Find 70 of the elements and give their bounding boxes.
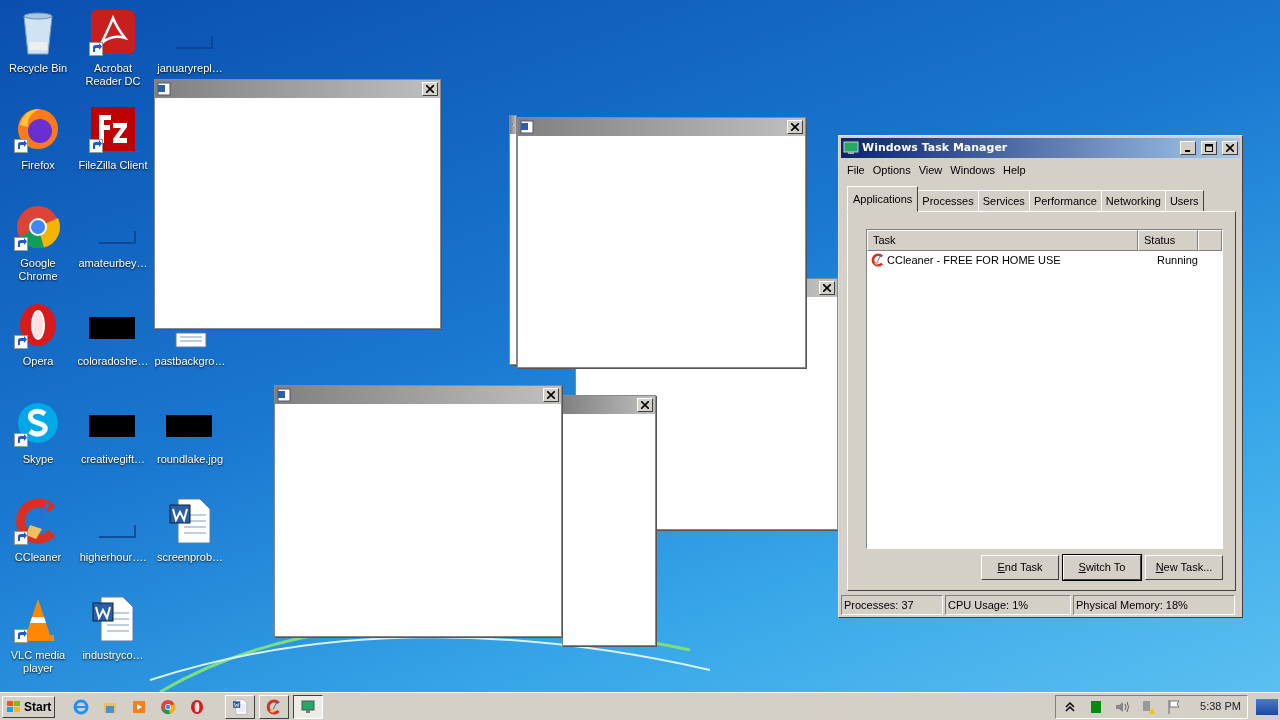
close-button[interactable] xyxy=(422,82,438,96)
icon-label[interactable]: FileZilla Client xyxy=(78,159,148,172)
status-text: Processes: 37 xyxy=(841,594,943,615)
word-document-icon xyxy=(232,698,249,715)
icon-label[interactable]: roundlake.jpg xyxy=(156,453,224,466)
document-icon xyxy=(157,82,171,96)
status-text: Physical Memory: 18% xyxy=(1073,594,1235,615)
column-header[interactable]: Task xyxy=(867,230,1138,251)
windows-flag-icon xyxy=(6,699,22,714)
play-icon[interactable] xyxy=(131,698,148,715)
taskbar-button[interactable] xyxy=(293,694,324,719)
clock[interactable]: 5:38 PM xyxy=(1200,698,1241,715)
show-desktop-button[interactable] xyxy=(1256,698,1278,715)
maximize-button[interactable] xyxy=(1201,141,1217,155)
letter-o-logo-icon[interactable] xyxy=(189,698,206,715)
icon-label[interactable]: Recycle Bin xyxy=(8,62,68,75)
table-cell-text: Running xyxy=(1157,252,1198,268)
menu-item[interactable]: File xyxy=(843,162,869,179)
close-icon xyxy=(547,391,555,399)
icon-label[interactable]: higherhour…. xyxy=(79,551,147,564)
close-icon xyxy=(426,85,434,93)
pdf-logo-icon[interactable] xyxy=(89,8,137,56)
icon-label[interactable]: januaryrepl… xyxy=(157,62,223,75)
flag-icon[interactable] xyxy=(1166,698,1183,715)
icon-label[interactable]: Opera xyxy=(22,355,54,368)
maximize-icon xyxy=(1205,144,1213,152)
icon-label[interactable]: screenprob… xyxy=(156,551,223,564)
column-header[interactable]: Status xyxy=(1138,230,1198,251)
dialog-button[interactable]: New Task... xyxy=(1145,555,1223,580)
dialog-button[interactable]: End Task xyxy=(981,555,1059,580)
icon-label[interactable]: creativegift… xyxy=(80,453,146,466)
close-button[interactable] xyxy=(637,398,653,412)
chrome-logo-icon[interactable] xyxy=(160,698,177,715)
close-icon xyxy=(823,284,831,292)
icon-label[interactable]: Firefox xyxy=(21,159,55,172)
minimize-button[interactable] xyxy=(1180,141,1196,155)
close-button[interactable] xyxy=(819,281,835,295)
icon-label[interactable]: Skype xyxy=(22,453,54,466)
tab[interactable]: Applications xyxy=(847,185,919,212)
icon-label[interactable]: amateurbey… xyxy=(78,257,148,270)
close-icon xyxy=(641,401,649,409)
start-button[interactable]: Start xyxy=(2,695,56,718)
menu-item[interactable]: Options xyxy=(868,162,915,179)
icon-label[interactable]: pastbackgro… xyxy=(154,355,226,368)
close-button[interactable] xyxy=(787,120,803,134)
word-document-icon[interactable] xyxy=(89,595,137,643)
close-icon xyxy=(1226,144,1234,152)
icon-label[interactable]: coloradoshe… xyxy=(77,355,149,368)
monitor-icon xyxy=(300,698,317,715)
word-document-icon[interactable] xyxy=(166,497,214,545)
monitor-icon xyxy=(843,141,859,155)
menu-item[interactable]: Windows xyxy=(946,162,999,179)
close-button[interactable] xyxy=(1222,141,1238,155)
table-cell[interactable]: CCleaner - FREE FOR HOME USE xyxy=(887,251,1155,268)
menu-item[interactable]: View xyxy=(914,162,947,179)
status-text: CPU Usage: 1% xyxy=(945,594,1071,615)
fz-logo-icon[interactable] xyxy=(89,105,137,153)
document-icon xyxy=(520,120,534,134)
icon-label[interactable]: Google Chrome xyxy=(0,257,76,283)
default-button[interactable]: Switch To xyxy=(1063,555,1141,580)
window-title: Windows Task Manager xyxy=(862,139,1008,156)
menu-item[interactable]: Help xyxy=(998,162,1030,179)
close-icon xyxy=(791,123,799,131)
icon-label[interactable]: Acrobat Reader DC xyxy=(75,62,151,88)
close-button[interactable] xyxy=(543,388,559,402)
icon-label[interactable]: VLC media player xyxy=(0,649,76,675)
chrome-logo-icon[interactable] xyxy=(14,203,62,251)
brush-c-logo-icon xyxy=(871,252,885,267)
document-icon xyxy=(277,388,291,402)
icon-label[interactable]: CCleaner xyxy=(14,551,62,564)
